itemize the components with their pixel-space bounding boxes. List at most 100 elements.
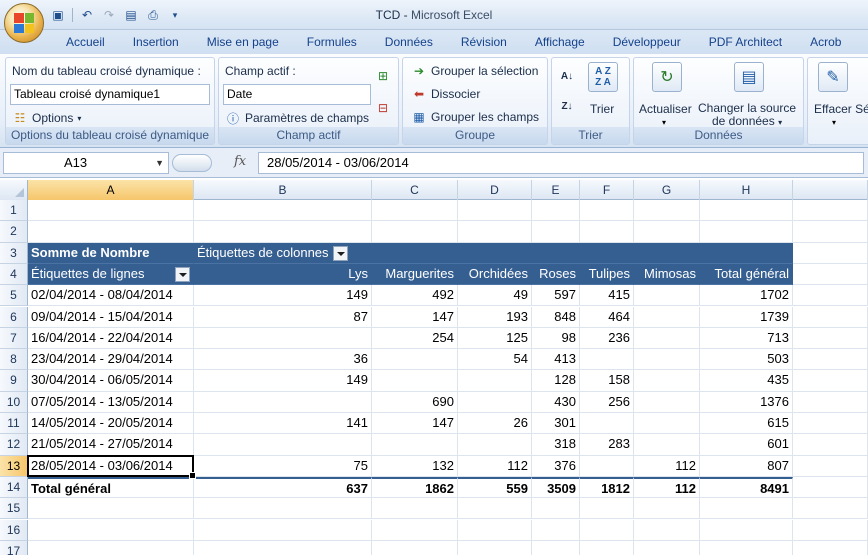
pivot-value-cell[interactable]: 1376 (700, 391, 793, 413)
pivot-value-cell[interactable]: 415 (580, 285, 634, 307)
pivot-value-cell[interactable]: 413 (532, 349, 580, 371)
pivot-value-cell[interactable] (372, 349, 458, 371)
pivot-value-cell[interactable] (634, 285, 700, 307)
cell[interactable] (793, 455, 868, 477)
tab-8[interactable]: PDF Architect (695, 30, 796, 54)
pivot-column-header[interactable]: Mimosas (634, 263, 700, 286)
column-header-d[interactable]: D (458, 180, 532, 200)
pivot-value-cell[interactable] (194, 327, 372, 350)
row-header-3[interactable]: 3 (0, 242, 28, 264)
expand-field-icon[interactable]: ⊞ (375, 68, 391, 84)
pivot-value-cell[interactable]: 376 (532, 455, 580, 477)
column-header-c[interactable]: C (372, 180, 458, 200)
cell[interactable] (634, 221, 700, 243)
group-field-button[interactable]: ▦ Grouper les champs (411, 109, 539, 125)
cell[interactable] (793, 306, 868, 328)
pivot-value-cell[interactable] (458, 391, 532, 413)
pivot-grand-total-cell[interactable]: 637 (194, 476, 372, 499)
pivot-values-label[interactable]: Somme de Nombre (28, 242, 194, 264)
cell[interactable] (194, 221, 372, 243)
column-header-empty[interactable] (793, 180, 868, 200)
cell[interactable] (793, 540, 868, 555)
pivot-value-cell[interactable]: 147 (372, 306, 458, 328)
cell[interactable] (28, 221, 194, 243)
pivot-value-cell[interactable]: 1702 (700, 285, 793, 307)
pivot-value-cell[interactable]: 112 (634, 455, 700, 477)
pivot-grand-total-cell[interactable]: 559 (458, 476, 532, 499)
change-source-button[interactable]: Changer la source de données ▾ (698, 102, 796, 129)
pivot-value-cell[interactable] (634, 349, 700, 371)
cell[interactable] (194, 519, 372, 541)
pivot-row-label[interactable]: 16/04/2014 - 22/04/2014 (28, 327, 194, 350)
cell[interactable] (793, 327, 868, 350)
cell[interactable] (793, 221, 868, 243)
pivot-value-cell[interactable]: 147 (372, 413, 458, 435)
pivot-value-cell[interactable]: 503 (700, 349, 793, 371)
cell[interactable] (634, 200, 700, 222)
pivot-value-cell[interactable]: 690 (372, 391, 458, 413)
pivot-value-cell[interactable]: 112 (458, 455, 532, 477)
pivot-value-cell[interactable]: 601 (700, 434, 793, 456)
cell[interactable] (700, 519, 793, 541)
pivot-value-cell[interactable] (634, 413, 700, 435)
pivot-value-cell[interactable]: 848 (532, 306, 580, 328)
column-header-g[interactable]: G (634, 180, 700, 200)
pivot-value-cell[interactable]: 1739 (700, 306, 793, 328)
row-header-9[interactable]: 9 (0, 370, 28, 392)
chevron-down-icon[interactable]: ▼ (155, 153, 164, 173)
pivot-value-cell[interactable] (634, 391, 700, 413)
cell[interactable] (458, 200, 532, 222)
pivot-value-cell[interactable] (580, 413, 634, 435)
column-header-b[interactable]: B (194, 180, 372, 200)
cell[interactable] (580, 540, 634, 555)
pivot-value-cell[interactable]: 98 (532, 327, 580, 350)
pivot-value-cell[interactable] (580, 455, 634, 477)
sort-icon[interactable]: A Z Z A (588, 62, 618, 92)
tab-6[interactable]: Affichage (521, 30, 599, 54)
function-icon[interactable]: fx (234, 154, 246, 169)
pivot-row-label[interactable]: 28/05/2014 - 03/06/2014 (28, 455, 194, 477)
pivot-grand-total-cell[interactable]: 1862 (372, 476, 458, 499)
cell[interactable] (458, 540, 532, 555)
pivot-row-label[interactable]: 14/05/2014 - 20/05/2014 (28, 413, 194, 435)
pivot-row-label[interactable]: 02/04/2014 - 08/04/2014 (28, 285, 194, 307)
tab-7[interactable]: Développeur (599, 30, 695, 54)
cell[interactable] (580, 498, 634, 520)
row-filter-dropdown[interactable] (175, 266, 190, 282)
pivot-value-cell[interactable] (580, 349, 634, 371)
row-header-15[interactable]: 15 (0, 498, 28, 520)
ungroup-button[interactable]: ⬅ Dissocier (411, 86, 480, 102)
sort-ascending-icon[interactable]: A↓ (558, 68, 576, 84)
cell[interactable] (28, 498, 194, 520)
cell[interactable] (580, 200, 634, 222)
row-header-2[interactable]: 2 (0, 221, 28, 243)
cell[interactable] (458, 498, 532, 520)
pivot-row-label[interactable]: 23/04/2014 - 29/04/2014 (28, 349, 194, 371)
row-header-12[interactable]: 12 (0, 434, 28, 456)
pivot-value-cell[interactable] (458, 370, 532, 392)
pivot-value-cell[interactable]: 49 (458, 285, 532, 307)
cell[interactable] (793, 476, 868, 499)
tab-0[interactable]: Accueil (52, 30, 119, 54)
pivot-value-cell[interactable]: 435 (700, 370, 793, 392)
office-button[interactable] (4, 3, 44, 43)
row-header-6[interactable]: 6 (0, 306, 28, 328)
pivot-column-header[interactable]: Marguerites (372, 263, 458, 286)
column-header-f[interactable]: F (580, 180, 634, 200)
pivot-value-cell[interactable]: 318 (532, 434, 580, 456)
cell[interactable] (793, 263, 868, 286)
cell[interactable] (793, 498, 868, 520)
sort-descending-icon[interactable]: Z↓ (558, 98, 576, 114)
cell[interactable] (532, 221, 580, 243)
row-header-17[interactable]: 17 (0, 540, 28, 555)
sort-button[interactable]: Trier (590, 102, 614, 116)
tab-4[interactable]: Données (371, 30, 447, 54)
pivot-value-cell[interactable]: 54 (458, 349, 532, 371)
pivot-column-header[interactable]: Tulipes (580, 263, 634, 286)
pivot-column-header[interactable]: Total général (700, 263, 793, 286)
pivot-value-cell[interactable]: 36 (194, 349, 372, 371)
options-button[interactable]: ☷ Options ▾ (12, 110, 82, 126)
select-all-corner[interactable] (0, 180, 28, 200)
row-header-1[interactable]: 1 (0, 200, 28, 222)
cell[interactable] (793, 413, 868, 435)
